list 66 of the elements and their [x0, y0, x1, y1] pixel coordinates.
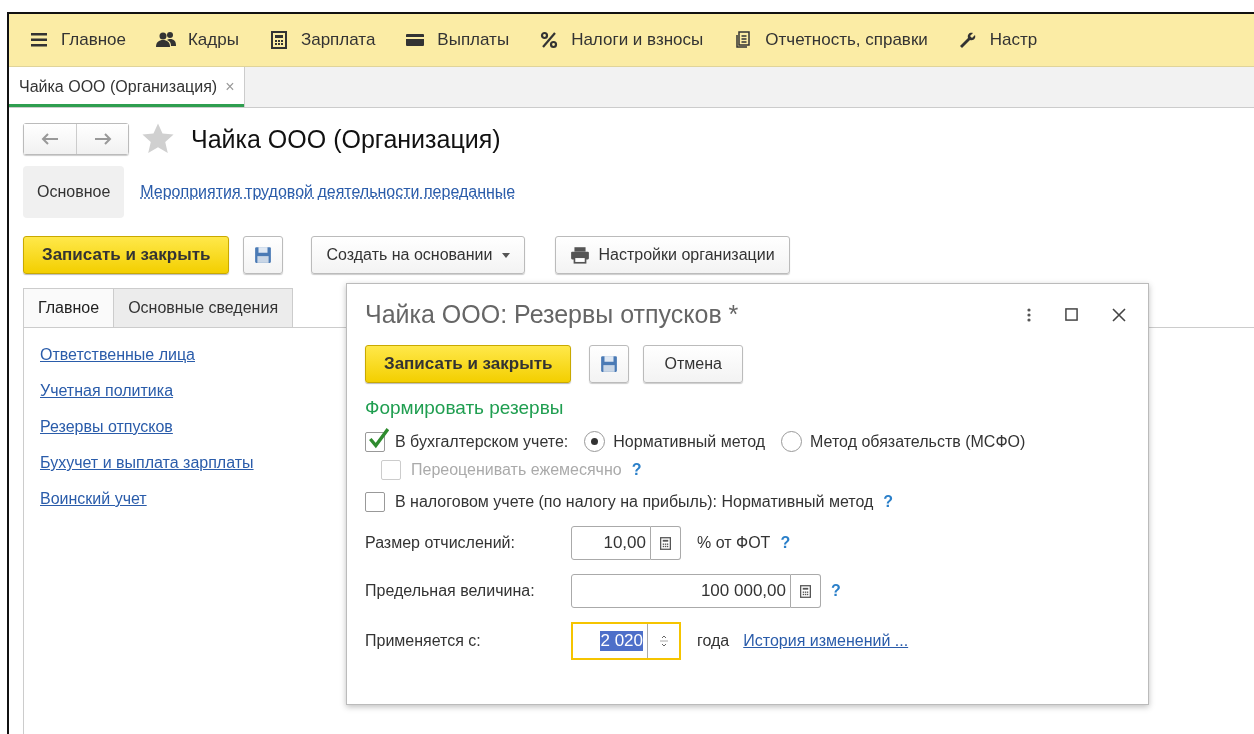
floppy-icon	[600, 355, 619, 373]
form-tab[interactable]: Основные сведения	[114, 288, 294, 327]
checkbox-label: Переоценивать ежемесячно	[411, 461, 622, 479]
settings-link[interactable]: Резервы отпусков	[40, 418, 173, 436]
field-label: Применяется с:	[365, 632, 482, 650]
close-icon[interactable]	[1112, 307, 1126, 322]
menu-item[interactable]: Главное	[29, 30, 126, 50]
menu-item[interactable]: Настр	[957, 30, 1038, 50]
calculator-icon	[268, 31, 289, 49]
back-button[interactable]	[24, 124, 76, 154]
save-close-button[interactable]: Записать и закрыть	[365, 345, 572, 383]
field-label: Предельная величина:	[365, 582, 536, 600]
calculator-button[interactable]	[651, 526, 681, 560]
radio-label: Метод обязательств (МСФО)	[810, 432, 1026, 451]
radio-label: Нормативный метод	[613, 432, 766, 451]
forward-arrow-icon	[93, 133, 112, 145]
section-link[interactable]: Мероприятия трудовой деятельности переданные	[140, 183, 516, 201]
checkbox[interactable]	[365, 492, 385, 512]
menu-item[interactable]: Зарплата	[268, 30, 376, 50]
menu-item[interactable]: Выплаты	[405, 30, 510, 50]
unit-label: % от ФОТ	[697, 534, 771, 552]
percent-icon	[539, 31, 560, 49]
save-close-button[interactable]: Записать и закрыть	[23, 236, 230, 274]
checkbox-label: В бухгалтерском учете:	[395, 432, 569, 451]
menu-item[interactable]: Кадры	[155, 30, 239, 50]
menu-icon	[29, 31, 49, 49]
caret-icon	[502, 252, 511, 258]
menu-item[interactable]: Отчетность, справки	[733, 30, 928, 50]
maximize-icon[interactable]	[1065, 308, 1078, 321]
settings-link[interactable]: Учетная политика	[40, 382, 174, 400]
cancel-button[interactable]: Отмена	[643, 345, 743, 383]
form-tab[interactable]: Главное	[23, 288, 115, 327]
calculator-button[interactable]	[791, 574, 821, 608]
people-icon	[155, 31, 176, 49]
input-field[interactable]: 100 000,00	[571, 574, 791, 608]
dialog-title: Чайка ООО: Резервы отпусков *	[365, 300, 739, 329]
unit-label: года	[697, 632, 730, 650]
create-based-button[interactable]: Создать на основании	[311, 236, 526, 274]
floppy-icon	[254, 246, 273, 264]
organization-settings-button[interactable]: Настройки организации	[555, 236, 790, 274]
history-link[interactable]: История изменений ...	[743, 632, 909, 650]
tab-title: Чайка ООО (Организация)	[19, 78, 218, 96]
forward-button[interactable]	[76, 124, 128, 154]
settings-link[interactable]: Бухучет и выплата зарплаты	[40, 454, 254, 472]
star-icon[interactable]	[141, 122, 175, 156]
help-link[interactable]: ?	[780, 534, 791, 552]
document-tab[interactable]: Чайка ООО (Организация) ×	[9, 67, 246, 107]
more-icon[interactable]	[1027, 307, 1031, 322]
help-link[interactable]: ?	[831, 582, 841, 600]
save-button[interactable]	[589, 345, 630, 383]
calculator-icon	[660, 536, 671, 550]
settings-link[interactable]: Воинский учет	[40, 490, 147, 508]
help-link[interactable]: ?	[883, 493, 894, 511]
section-heading: Формировать резервы	[365, 397, 565, 419]
field-label: Размер отчислений:	[365, 534, 516, 552]
input-field[interactable]: 10,00	[571, 526, 651, 560]
back-arrow-icon	[41, 133, 59, 145]
form-title: Чайка ООО (Организация)	[191, 124, 501, 154]
section-tab[interactable]: Основное	[23, 166, 125, 218]
settings-link[interactable]: Ответственные лица	[40, 346, 195, 364]
menu-item[interactable]: Налоги и взносы	[539, 30, 704, 50]
calculator-icon	[800, 584, 811, 598]
printer-icon	[570, 246, 591, 264]
save-button[interactable]	[243, 236, 284, 274]
checkbox-label: В налоговом учете (по налогу на прибыль): Нормативный метод	[395, 493, 874, 511]
card-icon	[405, 31, 426, 49]
